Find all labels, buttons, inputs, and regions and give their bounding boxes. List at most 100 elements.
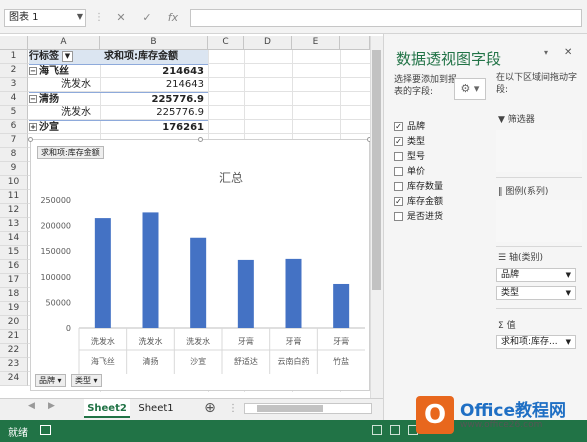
x-tick-label: 牙膏	[333, 336, 349, 346]
collapse-icon[interactable]: −	[29, 95, 37, 103]
row-header-12[interactable]: 12	[0, 204, 28, 218]
row-header-6[interactable]: 6	[0, 120, 28, 134]
column-header-f[interactable]	[340, 36, 370, 50]
filters-area[interactable]	[496, 130, 582, 172]
checkbox-checked[interactable]: ✓	[394, 197, 403, 206]
checkbox-checked[interactable]: ✓	[394, 137, 403, 146]
cancel-icon[interactable]: ✕	[112, 9, 130, 27]
x-group-label: 清扬	[143, 356, 159, 366]
checkbox[interactable]	[394, 152, 403, 161]
checkbox[interactable]	[394, 167, 403, 176]
x-group-label: 沙宣	[190, 356, 206, 366]
checkbox-checked[interactable]: ✓	[394, 122, 403, 131]
pane-options-icon[interactable]: ▾	[544, 48, 548, 57]
axis-field-item[interactable]: 品牌 ▼	[496, 268, 576, 282]
column-header-e[interactable]: E	[292, 36, 340, 50]
scroll-right-icon[interactable]: ▶	[48, 401, 55, 411]
row-header-19[interactable]: 19	[0, 302, 28, 316]
row-header-10[interactable]: 10	[0, 176, 28, 190]
column-header-a[interactable]: A	[28, 36, 100, 50]
row-header-2[interactable]: 2	[0, 64, 28, 78]
axis-field-button[interactable]: 类型 ▾	[71, 374, 102, 387]
row-header-5[interactable]: 5	[0, 106, 28, 120]
axis-field-item[interactable]: 类型 ▼	[496, 286, 576, 300]
row-header-1[interactable]: 1	[0, 50, 28, 64]
field-list: ✓ 品牌 ✓ 类型 型号单价库存数量 ✓ 库存金额 是否进货	[394, 120, 486, 225]
field-item[interactable]: 库存数量	[394, 180, 486, 195]
row-header-7[interactable]: 7	[0, 134, 28, 148]
field-item[interactable]: ✓ 类型	[394, 135, 486, 150]
sigma-icon: Σ	[498, 321, 504, 331]
chart-bar	[190, 237, 207, 328]
office-logo-icon: O	[416, 396, 454, 434]
pivot-group-value: 176261	[100, 120, 208, 134]
pivot-group-value: 214643	[100, 64, 208, 78]
row-header-13[interactable]: 13	[0, 218, 28, 232]
row-header-24[interactable]: 24	[0, 372, 28, 386]
row-header-21[interactable]: 21	[0, 330, 28, 344]
macro-record-icon[interactable]	[40, 425, 51, 435]
row-header-9[interactable]: 9	[0, 162, 28, 176]
chevron-down-icon[interactable]: ▼	[566, 269, 571, 281]
pivot-chart-fields-pane: 数据透视图字段 ▾ ✕ 选择要添加到报表的字段: ⚙ ▾ 在以下区域间拖动字段:…	[383, 34, 587, 420]
collapse-icon[interactable]: −	[29, 67, 37, 75]
axis-field-button[interactable]: 品牌 ▾	[35, 374, 66, 387]
field-item[interactable]: 是否进货	[394, 210, 486, 225]
x-group-label: 竹盐	[333, 356, 349, 366]
enter-icon[interactable]: ✓	[138, 9, 156, 27]
expand-icon[interactable]: +	[29, 123, 37, 131]
name-box-dropdown-icon[interactable]: ▼	[74, 9, 86, 27]
values-field-item[interactable]: 求和项:库存... ▼	[496, 335, 576, 349]
chevron-down-icon[interactable]: ▼	[566, 287, 571, 299]
field-item[interactable]: ✓ 品牌	[394, 120, 486, 135]
checkbox[interactable]	[394, 182, 403, 191]
row-header-14[interactable]: 14	[0, 232, 28, 246]
select-all-corner[interactable]	[0, 36, 28, 50]
row-header-4[interactable]: 4	[0, 92, 28, 106]
field-label: 品牌	[407, 122, 426, 132]
pivot-group-value: 225776.9	[100, 92, 208, 106]
field-item[interactable]: ✓ 库存金额	[394, 195, 486, 210]
chevron-down-icon[interactable]: ▼	[566, 336, 571, 348]
pivot-group-label: + 沙宣	[29, 120, 100, 134]
row-header-22[interactable]: 22	[0, 344, 28, 358]
row-header-15[interactable]: 15	[0, 246, 28, 260]
column-header-c[interactable]: C	[208, 36, 244, 50]
horizontal-scrollbar[interactable]	[244, 403, 372, 414]
formula-input[interactable]	[190, 9, 582, 27]
field-label: 单价	[407, 167, 426, 177]
tabs-split-icon[interactable]: ⋮	[228, 399, 238, 418]
add-sheet-icon[interactable]: ⊕	[200, 399, 220, 418]
tab-sheet1[interactable]: Sheet1	[134, 399, 178, 418]
row-header-11[interactable]: 11	[0, 190, 28, 204]
tab-sheet2[interactable]: Sheet2	[84, 399, 130, 418]
column-header-d[interactable]: D	[244, 36, 292, 50]
chart-bar	[94, 218, 111, 328]
chart-bar	[237, 259, 254, 328]
normal-view-icon[interactable]	[372, 425, 382, 435]
page-layout-icon[interactable]	[390, 425, 400, 435]
legend-area[interactable]	[496, 200, 582, 242]
field-item[interactable]: 型号	[394, 150, 486, 165]
row-header-18[interactable]: 18	[0, 288, 28, 302]
row-labels-filter-icon[interactable]: ▼	[62, 50, 73, 62]
horizontal-scrollbar-thumb[interactable]	[257, 405, 323, 412]
scrollbar-thumb[interactable]	[372, 50, 381, 290]
column-header-b[interactable]: B	[100, 36, 208, 50]
row-header-17[interactable]: 17	[0, 274, 28, 288]
close-icon[interactable]: ✕	[564, 47, 572, 58]
row-header-20[interactable]: 20	[0, 316, 28, 330]
checkbox[interactable]	[394, 212, 403, 221]
gear-icon[interactable]: ⚙ ▾	[454, 78, 486, 100]
x-group-label: 云南白药	[278, 356, 310, 366]
insert-function-icon[interactable]: fx	[164, 9, 182, 27]
scroll-left-icon[interactable]: ◀	[28, 401, 35, 411]
pivot-item-label: 洗发水	[61, 107, 91, 118]
field-item[interactable]: 单价	[394, 165, 486, 180]
pivot-chart[interactable]: 求和项:库存金额 汇总 0 50000 100000 150000 200000 2500…	[28, 137, 372, 391]
row-header-16[interactable]: 16	[0, 260, 28, 274]
row-header-23[interactable]: 23	[0, 358, 28, 372]
row-header-3[interactable]: 3	[0, 78, 28, 92]
axis-area-title: ☰ 轴(类别)	[498, 253, 543, 263]
row-header-8[interactable]: 8	[0, 148, 28, 162]
